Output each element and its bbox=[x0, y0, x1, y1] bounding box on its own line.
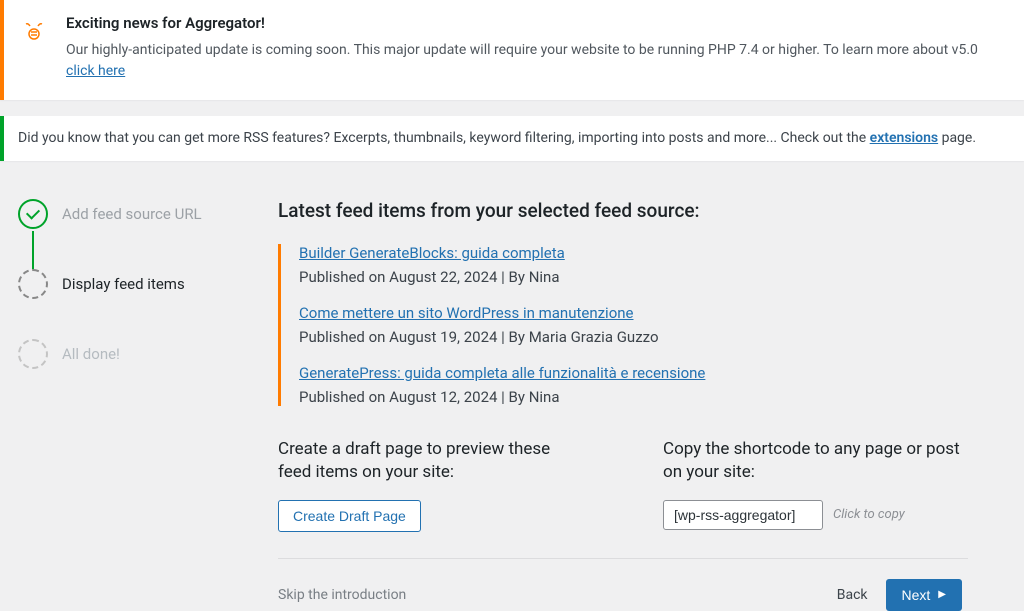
next-button[interactable]: Next ▶ bbox=[886, 579, 963, 611]
feed-item-meta: Published on August 22, 2024 | By Nina bbox=[299, 268, 968, 286]
create-draft-button[interactable]: Create Draft Page bbox=[278, 500, 421, 532]
feed-item-meta: Published on August 12, 2024 | By Nina bbox=[299, 388, 968, 406]
next-button-label: Next bbox=[902, 587, 931, 603]
notice-body: Exciting news for Aggregator! Our highly… bbox=[66, 14, 1006, 82]
draft-heading: Create a draft page to preview these fee… bbox=[278, 438, 583, 484]
shortcode-column: Copy the shortcode to any page or post o… bbox=[663, 438, 968, 532]
feed-item-title-link[interactable]: GeneratePress: guida completa alle funzi… bbox=[299, 364, 705, 382]
feed-item-meta: Published on August 19, 2024 | By Maria … bbox=[299, 328, 968, 346]
step-upcoming-icon bbox=[18, 339, 48, 369]
copy-hint[interactable]: Click to copy bbox=[833, 507, 905, 522]
step-all-done: All done! bbox=[18, 339, 248, 369]
extensions-link[interactable]: extensions bbox=[870, 130, 938, 146]
step-display-feed-items: Display feed items bbox=[18, 269, 248, 299]
bee-icon bbox=[22, 20, 46, 44]
step-label: Display feed items bbox=[62, 275, 185, 293]
footer-buttons: Back Next ▶ bbox=[837, 579, 962, 611]
footer-row: Skip the introduction Back Next ▶ bbox=[278, 579, 968, 611]
step-label: Add feed source URL bbox=[62, 205, 202, 223]
notice-heading: Exciting news for Aggregator! bbox=[66, 14, 1006, 32]
step-connector bbox=[32, 231, 34, 271]
shortcode-input[interactable] bbox=[663, 500, 823, 530]
step-add-feed-source: Add feed source URL bbox=[18, 199, 248, 229]
feed-item: Builder GenerateBlocks: guida completa P… bbox=[299, 244, 968, 286]
panel-heading: Latest feed items from your selected fee… bbox=[278, 199, 968, 222]
feed-item-title-link[interactable]: Builder GenerateBlocks: guida completa bbox=[299, 244, 565, 262]
feed-item: GeneratePress: guida completa alle funzi… bbox=[299, 364, 968, 406]
notice-text: Our highly-anticipated update is coming … bbox=[66, 42, 978, 79]
step-label: All done! bbox=[62, 345, 120, 363]
notice-extensions-text: Did you know that you can get more RSS f… bbox=[18, 130, 976, 146]
notice-learn-more-link[interactable]: click here bbox=[66, 63, 125, 79]
steps-sidebar: Add feed source URL Display feed items A… bbox=[18, 199, 248, 611]
feed-list: Builder GenerateBlocks: guida completa P… bbox=[278, 244, 968, 406]
divider bbox=[278, 558, 968, 559]
notice-aggregator-update: Exciting news for Aggregator! Our highly… bbox=[0, 0, 1024, 100]
skip-intro-link[interactable]: Skip the introduction bbox=[278, 587, 406, 603]
onboarding-container: Add feed source URL Display feed items A… bbox=[0, 177, 1024, 611]
back-button[interactable]: Back bbox=[837, 587, 868, 603]
draft-column: Create a draft page to preview these fee… bbox=[278, 438, 583, 532]
step-active-icon bbox=[18, 269, 48, 299]
step-done-icon bbox=[18, 199, 48, 229]
feed-item-title-link[interactable]: Come mettere un sito WordPress in manute… bbox=[299, 304, 634, 322]
feed-item: Come mettere un sito WordPress in manute… bbox=[299, 304, 968, 346]
shortcode-heading: Copy the shortcode to any page or post o… bbox=[663, 438, 968, 484]
main-panel: Latest feed items from your selected fee… bbox=[278, 199, 1006, 611]
action-row: Create a draft page to preview these fee… bbox=[278, 438, 968, 532]
shortcode-wrap: Click to copy bbox=[663, 500, 968, 530]
chevron-right-icon: ▶ bbox=[938, 589, 946, 600]
notice-extensions: Did you know that you can get more RSS f… bbox=[0, 116, 1024, 161]
